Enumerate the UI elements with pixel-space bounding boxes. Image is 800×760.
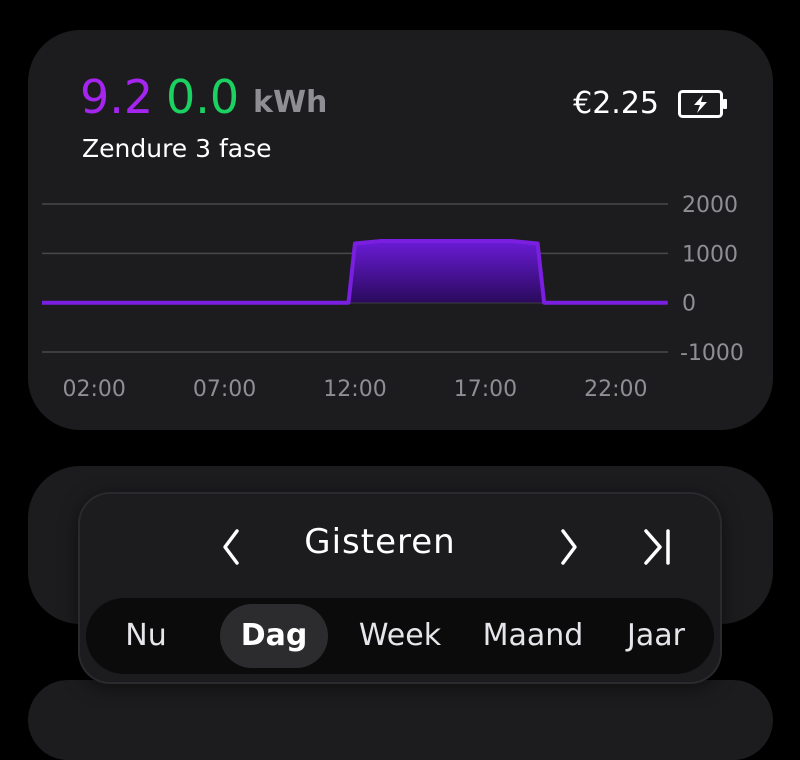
tab-maand[interactable]: Maand <box>468 604 598 668</box>
period-tabs: Nu Dag Week Maand Jaar <box>86 598 714 674</box>
chevron-right-icon <box>561 529 577 565</box>
x-tick-label: 12:00 <box>323 377 386 402</box>
tab-nu[interactable]: Nu <box>96 604 196 668</box>
tab-week[interactable]: Week <box>344 604 456 668</box>
prev-period-button[interactable] <box>208 524 254 570</box>
y-tick-label: 2000 <box>682 193 738 218</box>
tab-dag[interactable]: Dag <box>220 604 328 668</box>
background-card-lower <box>28 680 773 760</box>
energy-card[interactable]: 9.2 0.0 kWh Zendure 3 fase €2.25 2000 100… <box>28 30 773 430</box>
next-period-button[interactable] <box>546 524 592 570</box>
tab-jaar[interactable]: Jaar <box>606 604 706 668</box>
chevron-left-icon <box>223 529 239 565</box>
period-label: Gisteren <box>304 522 456 562</box>
period-selector-sheet: Gisteren Nu Dag Week Maand Jaar <box>80 494 720 682</box>
x-tick-label: 02:00 <box>62 377 125 402</box>
y-tick-label: 0 <box>682 292 696 317</box>
x-tick-label: 17:00 <box>454 377 517 402</box>
skip-to-end-icon <box>644 529 670 565</box>
y-tick-label: -1000 <box>680 341 744 366</box>
x-tick-label: 22:00 <box>584 377 647 402</box>
skip-to-end-button[interactable] <box>634 524 680 570</box>
energy-chart: 2000 1000 0 -1000 02:00 07:00 12:00 17:00 22:00 <box>42 193 744 402</box>
x-tick-label: 07:00 <box>193 377 256 402</box>
y-tick-label: 1000 <box>682 242 738 267</box>
